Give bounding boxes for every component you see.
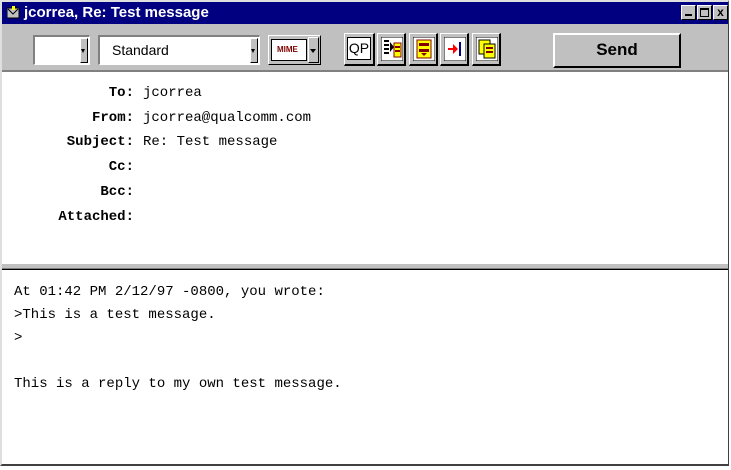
- encoding-dropdown[interactable]: MIME: [268, 35, 321, 65]
- subject-label: Subject:: [66, 134, 134, 150]
- title-bar[interactable]: jcorrea, Re: Test message x: [2, 2, 728, 24]
- subject-field[interactable]: Re: Test message: [143, 134, 277, 150]
- from-label: From:: [91, 110, 134, 126]
- from-field[interactable]: jcorrea@qualcomm.com: [143, 110, 311, 126]
- word-wrap-button[interactable]: [409, 33, 438, 66]
- to-row[interactable]: To: jcorrea: [2, 85, 728, 107]
- body-line: >This is a test message.: [14, 307, 216, 323]
- send-button[interactable]: Send: [553, 33, 681, 68]
- signature-value: Standard: [112, 42, 169, 58]
- text-as-attachment-button[interactable]: [377, 33, 406, 66]
- message-window: jcorrea, Re: Test message x Standard MIM…: [0, 0, 729, 466]
- tabs-in-body-icon: [444, 37, 466, 61]
- minimize-button[interactable]: [681, 5, 696, 20]
- qp-label: QP: [347, 37, 371, 60]
- chevron-down-icon[interactable]: [80, 38, 88, 63]
- text-as-attachment-icon: [381, 37, 403, 61]
- window-title: jcorrea, Re: Test message: [24, 4, 209, 21]
- word-wrap-icon: [413, 37, 435, 61]
- signature-dropdown[interactable]: Standard: [98, 35, 260, 65]
- to-label: To:: [108, 85, 134, 101]
- body-line: This is a reply to my own test message.: [14, 376, 342, 392]
- cc-label: Cc:: [108, 159, 134, 175]
- chevron-down-icon[interactable]: [308, 37, 319, 63]
- body-line: At 01:42 PM 2/12/97 -0800, you wrote:: [14, 284, 325, 300]
- to-field[interactable]: jcorrea: [143, 85, 202, 101]
- close-button[interactable]: x: [713, 5, 728, 20]
- bcc-label: Bcc:: [100, 184, 134, 200]
- cc-row[interactable]: Cc:: [2, 159, 728, 181]
- attached-row[interactable]: Attached:: [2, 209, 728, 231]
- tabs-in-body-button[interactable]: [440, 33, 469, 66]
- quoted-printable-button[interactable]: QP: [344, 33, 375, 66]
- message-headers: To: jcorrea From: jcorrea@qualcomm.com S…: [2, 70, 728, 265]
- body-line: >: [14, 330, 23, 346]
- keep-copy-button[interactable]: [472, 33, 501, 66]
- message-body[interactable]: At 01:42 PM 2/12/97 -0800, you wrote: >T…: [2, 269, 728, 464]
- message-icon: [7, 6, 20, 19]
- from-row[interactable]: From: jcorrea@qualcomm.com: [2, 110, 728, 132]
- subject-row[interactable]: Subject: Re: Test message: [2, 134, 728, 156]
- keep-copy-icon: [476, 37, 498, 61]
- priority-dropdown[interactable]: [33, 35, 90, 65]
- chevron-down-icon[interactable]: [250, 38, 258, 63]
- bcc-row[interactable]: Bcc:: [2, 184, 728, 206]
- encoding-label: MIME: [277, 45, 298, 54]
- maximize-button[interactable]: [697, 5, 712, 20]
- attached-label: Attached:: [58, 209, 134, 225]
